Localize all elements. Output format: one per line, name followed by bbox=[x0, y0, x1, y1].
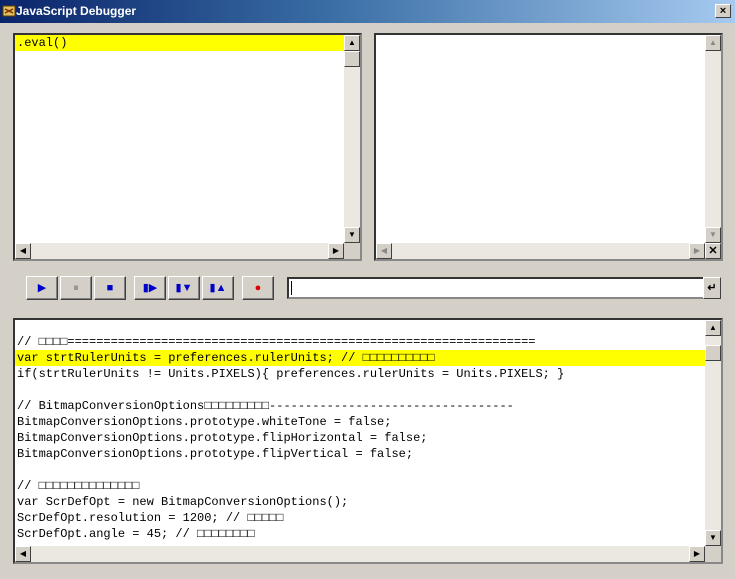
pause-button[interactable]: ⏸ bbox=[60, 276, 92, 300]
code-line[interactable]: ScrDefOpt.angle = 45; // □□□□□□□□ bbox=[15, 526, 705, 542]
stack-horizontal-scrollbar[interactable]: ◀ ▶ bbox=[15, 243, 344, 259]
title-bar[interactable]: JavaScript Debugger × bbox=[0, 0, 735, 23]
step-over-icon: ▮▶ bbox=[142, 282, 158, 294]
scroll-left-arrow-icon[interactable]: ◀ bbox=[376, 243, 392, 259]
call-stack-pane[interactable]: .eval() ▲ ▼ ◀ ▶ bbox=[13, 33, 362, 261]
code-line[interactable]: BitmapConversionOptions.prototype.flipVe… bbox=[15, 446, 705, 462]
scroll-left-arrow-icon[interactable]: ◀ bbox=[15, 546, 31, 562]
code-line[interactable]: if(strtRulerUnits != Units.PIXELS){ pref… bbox=[15, 366, 705, 382]
scroll-left-arrow-icon[interactable]: ◀ bbox=[15, 243, 31, 259]
variables-pane[interactable]: ▲ ▼ ◀ ▶ ✕ bbox=[374, 33, 723, 261]
clear-variables-button[interactable]: ✕ bbox=[705, 243, 721, 259]
scroll-down-arrow-icon[interactable]: ▼ bbox=[705, 530, 721, 546]
close-window-button[interactable]: × bbox=[715, 4, 731, 18]
variables-vertical-scrollbar[interactable]: ▲ ▼ bbox=[705, 35, 721, 243]
scroll-down-arrow-icon[interactable]: ▼ bbox=[344, 227, 360, 243]
scroll-up-arrow-icon[interactable]: ▲ bbox=[705, 35, 721, 51]
code-line[interactable] bbox=[15, 462, 705, 478]
code-horizontal-scrollbar[interactable]: ◀ ▶ bbox=[15, 546, 705, 562]
code-line[interactable] bbox=[15, 382, 705, 398]
step-into-button[interactable]: ▮▼ bbox=[168, 276, 200, 300]
code-line[interactable]: BitmapConversionOptions.prototype.whiteT… bbox=[15, 414, 705, 430]
code-line[interactable]: var ScrDefOpt = new BitmapConversionOpti… bbox=[15, 494, 705, 510]
step-over-button[interactable]: ▮▶ bbox=[134, 276, 166, 300]
step-out-button[interactable]: ▮▲ bbox=[202, 276, 234, 300]
scroll-up-arrow-icon[interactable]: ▲ bbox=[705, 320, 721, 336]
run-button[interactable]: ▶ bbox=[26, 276, 58, 300]
step-into-icon: ▮▼ bbox=[175, 282, 193, 294]
debugger-window: JavaScript Debugger × .eval() ▲ ▼ ◀ ▶ ▲ … bbox=[0, 0, 735, 579]
pause-icon: ⏸ bbox=[73, 282, 79, 294]
evaluate-enter-button[interactable]: ↵ bbox=[703, 277, 721, 299]
scroll-right-arrow-icon[interactable]: ▶ bbox=[689, 243, 705, 259]
breakpoint-icon: ● bbox=[254, 282, 262, 294]
step-out-icon: ▮▲ bbox=[209, 282, 227, 294]
source-code-pane[interactable]: // □□□□=================================… bbox=[13, 318, 723, 564]
scroll-thumb[interactable] bbox=[344, 51, 360, 67]
code-line[interactable]: // □□□□=================================… bbox=[15, 334, 705, 350]
scrollbar-corner bbox=[344, 243, 360, 259]
scroll-right-arrow-icon[interactable]: ▶ bbox=[689, 546, 705, 562]
source-code-lines: // □□□□=================================… bbox=[15, 334, 705, 542]
scroll-up-arrow-icon[interactable]: ▲ bbox=[344, 35, 360, 51]
code-line[interactable]: BitmapConversionOptions.prototype.flipHo… bbox=[15, 430, 705, 446]
text-caret bbox=[291, 281, 292, 295]
run-icon: ▶ bbox=[37, 282, 47, 294]
code-vertical-scrollbar[interactable]: ▲ ▼ bbox=[705, 320, 721, 546]
code-line[interactable]: // □□□□□□□□□□□□□□ bbox=[15, 478, 705, 494]
expression-input[interactable] bbox=[287, 277, 705, 299]
scroll-thumb[interactable] bbox=[705, 345, 721, 361]
code-line[interactable]: // BitmapConversionOptions□□□□□□□□□-----… bbox=[15, 398, 705, 414]
window-title: JavaScript Debugger bbox=[16, 4, 137, 18]
code-line[interactable]: ScrDefOpt.resolution = 1200; // □□□□□ bbox=[15, 510, 705, 526]
variables-horizontal-scrollbar[interactable]: ◀ ▶ bbox=[376, 243, 705, 259]
breakpoint-button[interactable]: ● bbox=[242, 276, 274, 300]
stack-vertical-scrollbar[interactable]: ▲ ▼ bbox=[344, 35, 360, 243]
code-line[interactable]: var strtRulerUnits = preferences.rulerUn… bbox=[15, 350, 705, 366]
stack-frame-item[interactable]: .eval() bbox=[15, 35, 344, 51]
scroll-down-arrow-icon[interactable]: ▼ bbox=[705, 227, 721, 243]
scroll-right-arrow-icon[interactable]: ▶ bbox=[328, 243, 344, 259]
stop-icon: ■ bbox=[106, 282, 114, 294]
stop-button[interactable]: ■ bbox=[94, 276, 126, 300]
scrollbar-corner bbox=[705, 546, 721, 562]
